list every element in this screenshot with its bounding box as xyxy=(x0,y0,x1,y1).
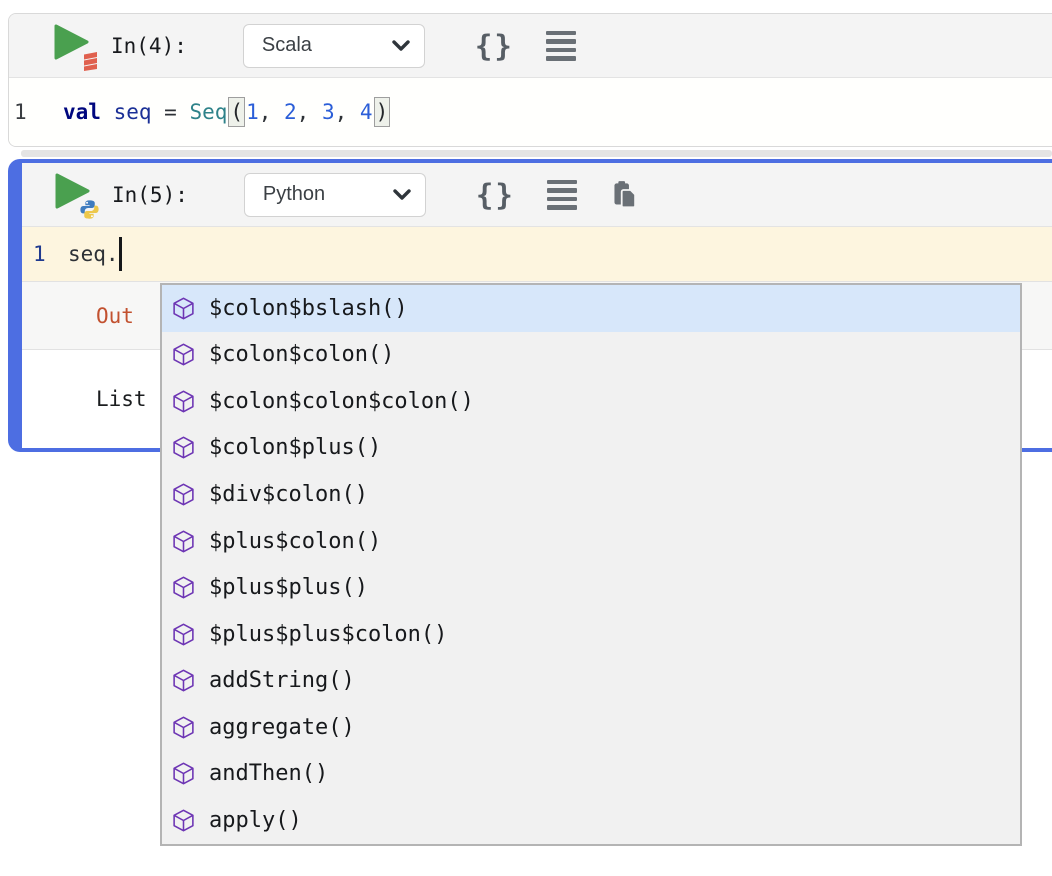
language-select[interactable]: Python xyxy=(244,173,426,217)
cell-in-label: In(4): xyxy=(111,34,187,58)
method-cube-icon xyxy=(171,668,196,693)
language-select[interactable]: Scala xyxy=(243,24,425,68)
cell-toolbar: In(5): Python {} xyxy=(22,163,1052,227)
run-cell-button[interactable] xyxy=(54,170,100,220)
autocomplete-item-label: $plus$plus$colon() xyxy=(209,622,447,647)
autocomplete-item[interactable]: apply() xyxy=(162,797,1020,844)
autocomplete-item[interactable]: $plus$plus() xyxy=(162,564,1020,611)
autocomplete-item-label: addString() xyxy=(209,668,355,693)
run-cell-button[interactable] xyxy=(53,21,99,71)
language-select-value: Python xyxy=(263,183,325,206)
method-cube-icon xyxy=(171,482,196,507)
method-cube-icon xyxy=(171,761,196,786)
cell-toolbar: In(4): Scala {} xyxy=(9,14,1052,78)
method-cube-icon xyxy=(171,296,196,321)
result-text: List xyxy=(96,387,147,411)
method-cube-icon xyxy=(171,808,196,833)
autocomplete-item-label: $colon$bslash() xyxy=(209,296,408,321)
autocomplete-item[interactable]: $colon$colon() xyxy=(162,332,1020,379)
autocomplete-item-label: $plus$plus() xyxy=(209,575,368,600)
code-editor-line[interactable]: 1seq. xyxy=(22,227,1052,281)
braces-icon[interactable]: {} xyxy=(476,178,515,212)
autocomplete-item[interactable]: $plus$plus$colon() xyxy=(162,611,1020,658)
method-cube-icon xyxy=(171,575,196,600)
scala-logo-icon xyxy=(82,50,99,71)
menu-icon[interactable] xyxy=(546,31,576,61)
method-cube-icon xyxy=(171,342,196,367)
autocomplete-item[interactable]: andThen() xyxy=(162,750,1020,797)
language-select-value: Scala xyxy=(262,34,312,57)
notebook-cell-scala: In(4): Scala {} 1 val seq = Seq(1, 2, 3,… xyxy=(8,13,1052,147)
autocomplete-item-label: aggregate() xyxy=(209,715,355,740)
method-cube-icon xyxy=(171,715,196,740)
autocomplete-item[interactable]: $div$colon() xyxy=(162,471,1020,518)
method-cube-icon xyxy=(171,622,196,647)
method-cube-icon xyxy=(171,435,196,460)
autocomplete-item[interactable]: $colon$plus() xyxy=(162,425,1020,472)
autocomplete-item-label: $colon$plus() xyxy=(209,435,381,460)
autocomplete-item-label: andThen() xyxy=(209,761,328,786)
code-editor-line[interactable]: 1 val seq = Seq(1, 2, 3, 4) xyxy=(9,78,1052,146)
paste-icon[interactable] xyxy=(611,180,638,209)
autocomplete-item-label: $plus$colon() xyxy=(209,529,381,554)
autocomplete-item[interactable]: $colon$colon$colon() xyxy=(162,378,1020,425)
braces-icon[interactable]: {} xyxy=(475,29,514,63)
autocomplete-item-label: $div$colon() xyxy=(209,482,368,507)
chevron-down-icon xyxy=(393,189,411,201)
menu-icon[interactable] xyxy=(547,180,577,210)
line-number: 1 xyxy=(22,242,68,266)
cell-divider[interactable] xyxy=(21,150,1052,157)
python-logo-icon xyxy=(79,199,100,220)
autocomplete-item[interactable]: $colon$bslash() xyxy=(162,285,1020,332)
output-label: Out xyxy=(96,304,134,328)
cell-in-label: In(5): xyxy=(112,183,188,207)
method-cube-icon xyxy=(171,529,196,554)
line-number: 1 xyxy=(9,100,63,124)
cell2-code-text: seq. xyxy=(68,242,119,266)
autocomplete-item[interactable]: $plus$colon() xyxy=(162,518,1020,565)
autocomplete-popup: $colon$bslash() $colon$colon() $colon$co… xyxy=(160,283,1022,846)
autocomplete-item[interactable]: addString() xyxy=(162,657,1020,704)
text-cursor xyxy=(119,237,122,271)
cell1-code-text: val seq = Seq(1, 2, 3, 4) xyxy=(63,100,391,124)
chevron-down-icon xyxy=(392,40,410,52)
autocomplete-item-label: $colon$colon$colon() xyxy=(209,389,474,414)
autocomplete-list: $colon$bslash() $colon$colon() $colon$co… xyxy=(162,285,1020,844)
method-cube-icon xyxy=(171,389,196,414)
autocomplete-item-label: $colon$colon() xyxy=(209,342,394,367)
autocomplete-item[interactable]: aggregate() xyxy=(162,704,1020,751)
autocomplete-item-label: apply() xyxy=(209,808,302,833)
